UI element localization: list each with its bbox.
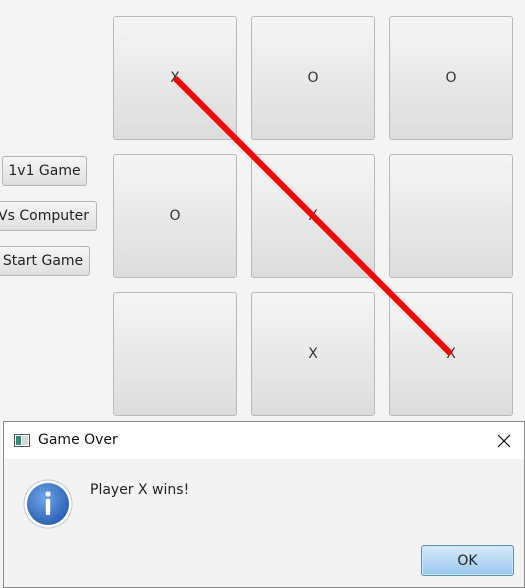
close-icon	[497, 434, 511, 447]
board-cell[interactable]: X	[113, 16, 237, 140]
info-icon	[23, 479, 73, 529]
board-cell[interactable]: O	[113, 154, 237, 278]
one-v-one-game-button[interactable]: 1v1 Game	[2, 156, 87, 186]
window-icon	[14, 434, 30, 447]
board-cell[interactable]: O	[389, 16, 513, 140]
close-button[interactable]	[484, 422, 524, 459]
ok-button[interactable]: OK	[421, 545, 514, 576]
game-area: 1v1 Game Vs Computer Start Game X O O O …	[0, 0, 525, 420]
start-game-button[interactable]: Start Game	[0, 246, 90, 276]
game-over-dialog: Game Over Player X wins! OK	[3, 421, 525, 588]
board-cell[interactable]: X	[251, 154, 375, 278]
board-cell[interactable]: X	[251, 292, 375, 416]
board-cell[interactable]: X	[389, 292, 513, 416]
board-cell[interactable]: O	[251, 16, 375, 140]
vs-computer-button[interactable]: Vs Computer	[0, 201, 97, 231]
dialog-title: Game Over	[38, 432, 118, 448]
board-cell[interactable]	[113, 292, 237, 416]
dialog-titlebar: Game Over	[4, 422, 524, 459]
board-cell[interactable]	[389, 154, 513, 278]
dialog-message: Player X wins!	[90, 482, 190, 498]
